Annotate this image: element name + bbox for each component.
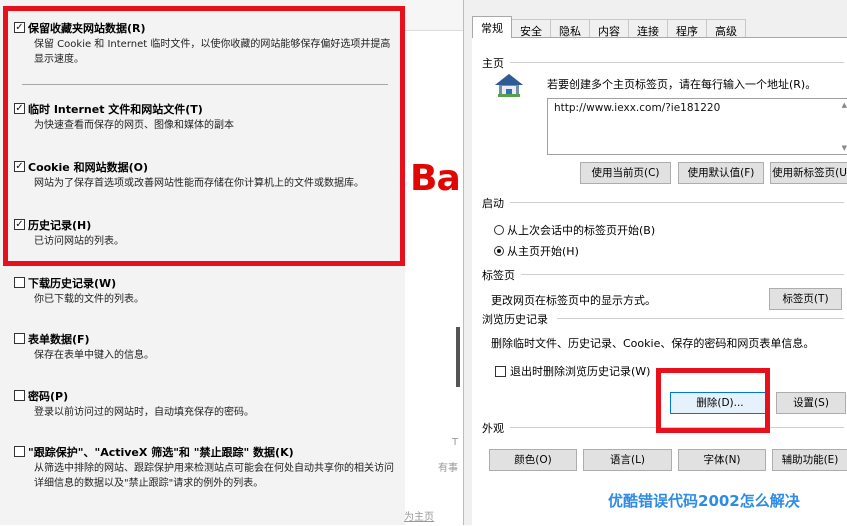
group-label-startup: 启动 <box>482 195 510 211</box>
background-text-fragment: T <box>452 437 459 448</box>
option-desc: 为快速查看而保存的网页、图像和媒体的副本 <box>34 120 234 131</box>
tab-strip: 常规 安全 隐私 内容 连接 程序 高级 <box>472 16 746 38</box>
tab-connections[interactable]: 连接 <box>628 19 668 38</box>
option-title: 表单数据(F) <box>28 332 90 346</box>
tab-general[interactable]: 常规 <box>472 16 512 38</box>
tab-content[interactable]: 内容 <box>589 19 629 38</box>
languages-button[interactable]: 语言(L) <box>583 449 672 471</box>
checkbox-passwords[interactable] <box>14 390 25 401</box>
option-tracking-protection[interactable]: "跟踪保护"、"ActiveX 筛选"和 "禁止跟踪" 数据(K) 从筛选中排除… <box>14 444 399 491</box>
background-link-fragment[interactable]: 为主页 <box>404 508 434 523</box>
option-title: 保留收藏夹网站数据(R) <box>28 21 146 35</box>
checkbox-temp-files[interactable]: ✓ <box>14 103 25 114</box>
colors-button[interactable]: 颜色(O) <box>489 449 577 471</box>
option-desc: 登录以前访问过的网站时，自动填充保存的密码。 <box>34 407 254 418</box>
use-default-button[interactable]: 使用默认值(F) <box>678 162 764 184</box>
option-desc: 网站为了保存首选项或改善网站性能而存储在你计算机上的文件或数据库。 <box>34 178 364 189</box>
checkbox-delete-on-exit[interactable] <box>495 365 506 377</box>
fonts-button[interactable]: 字体(N) <box>678 449 766 471</box>
background-text-fragment: 有事 <box>438 463 458 474</box>
option-title: 临时 Internet 文件和网站文件(T) <box>28 102 203 116</box>
option-title: 密码(P) <box>28 389 69 403</box>
group-line <box>557 318 844 319</box>
option-preserve-favorites[interactable]: ✓ 保留收藏夹网站数据(R) 保留 Cookie 和 Internet 临时文件… <box>14 20 399 67</box>
option-title: 下载历史记录(W) <box>28 276 117 290</box>
home-url-value: http://www.iexx.com/?ie181220 <box>554 102 721 114</box>
settings-button[interactable]: 设置(S) <box>776 392 846 414</box>
radio-label: 从主页开始(H) <box>507 245 579 258</box>
tabs-button[interactable]: 标签页(T) <box>769 288 842 310</box>
accessibility-button[interactable]: 辅助功能(E) <box>772 449 847 471</box>
browser-toolbar <box>405 0 463 31</box>
option-history[interactable]: ✓ 历史记录(H) 已访问网站的列表。 <box>14 217 399 249</box>
option-form-data[interactable]: 表单数据(F) 保存在表单中键入的信息。 <box>14 331 399 363</box>
watermark-caption: 优酷错误代码2002怎么解决 <box>608 492 800 510</box>
tab-programs[interactable]: 程序 <box>667 19 707 38</box>
tabs-description: 更改网页在标签页中的显示方式。 <box>491 294 656 307</box>
checkbox-download-history[interactable] <box>14 277 25 288</box>
group-label-appearance: 外观 <box>482 420 510 436</box>
option-desc: 保留 Cookie 和 Internet 临时文件，以使你收藏的网站能够保存偏好… <box>34 39 391 65</box>
option-desc: 你已下载的文件的列表。 <box>34 294 144 305</box>
option-cookies[interactable]: ✓ Cookie 和网站数据(O) 网站为了保存首选项或改善网站性能而存储在你计… <box>14 159 399 191</box>
delete-on-exit-option[interactable]: 退出时删除浏览历史记录(W) <box>495 363 650 379</box>
option-desc: 已访问网站的列表。 <box>34 236 124 247</box>
separator <box>22 84 388 85</box>
background-scroll-fragment <box>456 327 460 387</box>
option-desc: 保存在表单中键入的信息。 <box>34 350 154 361</box>
group-line <box>520 274 844 275</box>
internet-options-dialog: 常规 安全 隐私 内容 连接 程序 高级 主页 若要创建多个主页标签页，请在每行… <box>463 0 847 526</box>
use-new-tab-button[interactable]: 使用新标签页(U <box>770 162 847 184</box>
baidu-logo-fragment: Ba <box>410 158 461 199</box>
option-title: "跟踪保护"、"ActiveX 筛选"和 "禁止跟踪" 数据(K) <box>28 445 294 459</box>
option-title: Cookie 和网站数据(O) <box>28 160 148 174</box>
checkbox-history[interactable]: ✓ <box>14 219 25 230</box>
checkbox-form-data[interactable] <box>14 333 25 344</box>
radio-home[interactable] <box>494 246 504 256</box>
option-passwords[interactable]: 密码(P) 登录以前访问过的网站时，自动填充保存的密码。 <box>14 388 399 420</box>
home-url-input[interactable]: http://www.iexx.com/?ie181220 ▲ ▼ <box>547 98 847 155</box>
delete-on-exit-label: 退出时删除浏览历史记录(W) <box>510 365 651 378</box>
option-title: 历史记录(H) <box>28 218 92 232</box>
checkbox-cookies[interactable]: ✓ <box>14 161 25 172</box>
option-download-history[interactable]: 下载历史记录(W) 你已下载的文件的列表。 <box>14 275 399 307</box>
scroll-down-icon[interactable]: ▼ <box>842 144 847 152</box>
group-label-history: 浏览历史记录 <box>482 311 554 327</box>
use-current-button[interactable]: 使用当前页(C) <box>580 162 671 184</box>
group-label-home: 主页 <box>482 55 510 71</box>
tab-privacy[interactable]: 隐私 <box>550 19 590 38</box>
startup-option-home[interactable]: 从主页开始(H) <box>494 243 579 259</box>
option-temp-files[interactable]: ✓ 临时 Internet 文件和网站文件(T) 为快速查看而保存的网页、图像和… <box>14 101 399 133</box>
home-icon <box>495 74 523 97</box>
delete-button[interactable]: 删除(D)... <box>670 392 770 414</box>
radio-label: 从上次会话中的标签页开始(B) <box>507 224 656 237</box>
option-desc: 从筛选中排除的网站、跟踪保护用来检测站点可能会在何处自动共享你的相关访问详细信息… <box>34 463 394 489</box>
general-tab-pane: 主页 若要创建多个主页标签页，请在每行输入一个地址(R)。 http://www… <box>472 37 847 526</box>
delete-history-panel: ✓ 保留收藏夹网站数据(R) 保留 Cookie 和 Internet 临时文件… <box>0 0 405 525</box>
group-line <box>508 427 844 428</box>
radio-last-session[interactable] <box>494 225 504 235</box>
startup-option-last-session[interactable]: 从上次会话中的标签页开始(B) <box>494 222 655 238</box>
group-line <box>508 202 844 203</box>
tab-advanced[interactable]: 高级 <box>706 19 746 38</box>
group-label-tabs: 标签页 <box>482 267 521 283</box>
scroll-up-icon[interactable]: ▲ <box>842 101 847 109</box>
checkbox-preserve-favorites[interactable]: ✓ <box>14 22 25 33</box>
checkbox-tracking-protection[interactable] <box>14 446 25 457</box>
history-description: 删除临时文件、历史记录、Cookie、保存的密码和网页表单信息。 <box>491 337 815 350</box>
tab-security[interactable]: 安全 <box>511 19 551 38</box>
home-instruction: 若要创建多个主页标签页，请在每行输入一个地址(R)。 <box>547 78 817 91</box>
group-line <box>508 62 844 63</box>
